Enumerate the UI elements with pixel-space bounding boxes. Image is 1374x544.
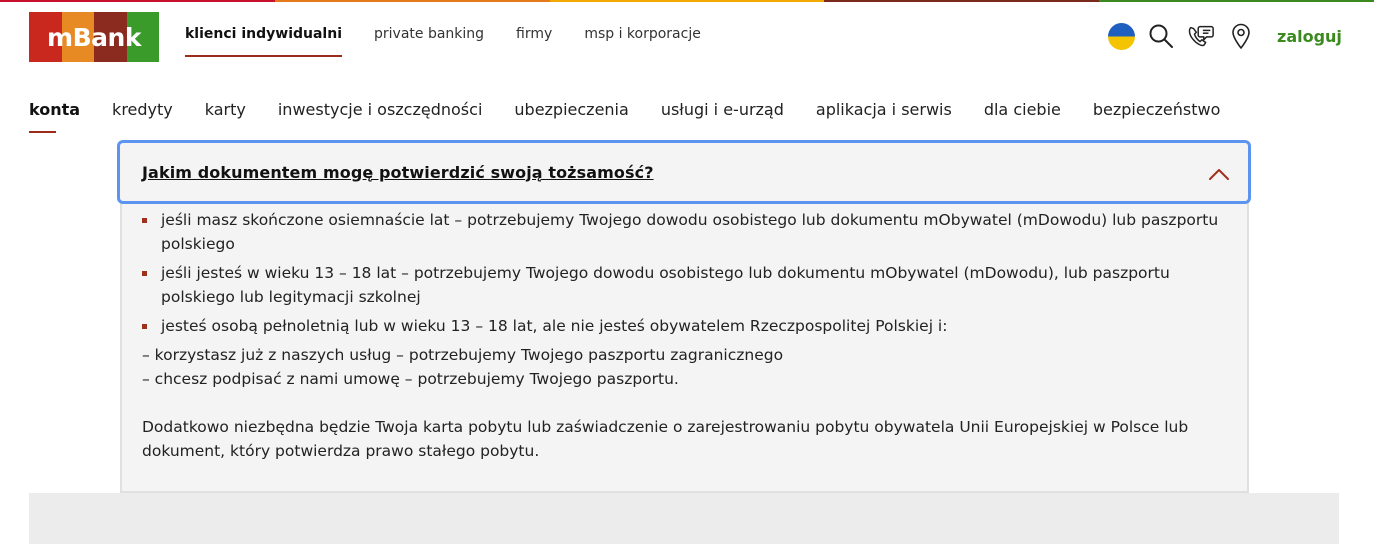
accordion-question: Jakim dokumentem mogę potwierdzić swoją … bbox=[142, 162, 654, 182]
additional-info: Dodatkowo niezbędna będzie Twoja karta p… bbox=[142, 418, 1189, 460]
dash-line: – korzystasz już z naszych usług – potrz… bbox=[142, 346, 784, 364]
nav-item-label: karty bbox=[204, 100, 246, 119]
search-icon[interactable] bbox=[1147, 21, 1175, 51]
header-tools bbox=[1107, 21, 1267, 51]
nav-item-label: inwestycje i oszczędności bbox=[277, 100, 483, 119]
ukraine-flag-icon[interactable] bbox=[1107, 21, 1135, 51]
dash-line: – chcesz podpisać z nami umowę – potrzeb… bbox=[142, 370, 679, 388]
accordion-body: jeśli masz skończone osiemnaście lat – p… bbox=[142, 208, 1232, 463]
nav-item-label: bezpieczeństwo bbox=[1092, 100, 1221, 119]
chevron-up-icon bbox=[1209, 169, 1229, 180]
segment-firms[interactable]: firmy bbox=[516, 24, 552, 57]
stripe-segment bbox=[1099, 0, 1374, 2]
segment-individual[interactable]: klienci indywidualni bbox=[185, 24, 342, 57]
location-pin-icon[interactable] bbox=[1227, 21, 1255, 51]
nav-item-label: aplikacja i serwis bbox=[815, 100, 952, 119]
requirements-list: jeśli masz skończone osiemnaście lat – p… bbox=[142, 208, 1232, 338]
nav-item-label: usługi i e-urząd bbox=[660, 100, 784, 119]
active-underline bbox=[29, 131, 56, 133]
list-item: jesteś osobą pełnoletnią lub w wieku 13 … bbox=[142, 314, 1232, 338]
logo-text: mBank bbox=[47, 22, 141, 52]
stripe-segment bbox=[549, 0, 825, 2]
phone-chat-icon[interactable] bbox=[1187, 21, 1215, 51]
nav-item-label: konta bbox=[29, 100, 81, 119]
login-link[interactable]: zaloguj bbox=[1277, 27, 1342, 47]
segment-nav: klienci indywidualni private banking fir… bbox=[185, 24, 733, 57]
nav-item-label: ubezpieczenia bbox=[514, 100, 629, 119]
stripe-segment bbox=[274, 0, 550, 2]
list-item: jeśli masz skończone osiemnaście lat – p… bbox=[142, 208, 1232, 256]
mbank-logo[interactable]: mBank bbox=[29, 12, 159, 62]
stripe-segment bbox=[0, 0, 275, 2]
segment-corporate[interactable]: msp i korporacje bbox=[584, 24, 701, 57]
accordion-header[interactable]: Jakim dokumentem mogę potwierdzić swoją … bbox=[117, 140, 1251, 204]
nav-item-konta[interactable]: konta bbox=[29, 100, 80, 147]
list-item: jeśli jesteś w wieku 13 – 18 lat – potrz… bbox=[142, 261, 1232, 309]
nav-item-label: dla ciebie bbox=[983, 100, 1061, 119]
segment-private-banking[interactable]: private banking bbox=[374, 24, 484, 57]
top-color-stripe bbox=[0, 0, 1374, 2]
foreigner-options: – korzystasz już z naszych usług – potrz… bbox=[142, 343, 1232, 391]
next-section-placeholder bbox=[29, 493, 1339, 544]
stripe-segment bbox=[824, 0, 1100, 2]
nav-item-label: kredyty bbox=[112, 100, 173, 119]
